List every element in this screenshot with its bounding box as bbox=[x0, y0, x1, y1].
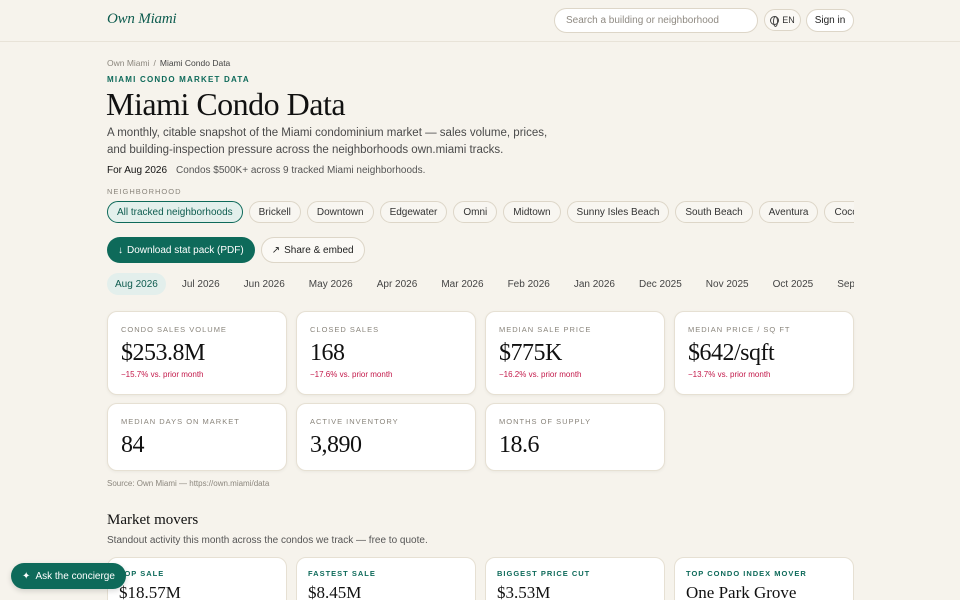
download-button[interactable]: ↓ Download stat pack (PDF) bbox=[107, 237, 255, 263]
stat-card-active-inventory: ACTIVE INVENTORY 3,890 bbox=[296, 403, 476, 471]
mover-card-fastest-sale[interactable]: FASTEST SALE $8.45M bbox=[296, 557, 476, 600]
chip-sunny-isles-beach[interactable]: Sunny Isles Beach bbox=[566, 201, 670, 223]
stat-value: $775K bbox=[499, 340, 562, 366]
download-label: Download stat pack (PDF) bbox=[127, 244, 244, 256]
globe-icon bbox=[770, 15, 780, 27]
stat-value: 168 bbox=[310, 340, 345, 366]
month-tab[interactable]: Dec 2025 bbox=[631, 273, 690, 295]
page-title: Miami Condo Data bbox=[106, 86, 346, 122]
mover-value: $8.45M bbox=[308, 583, 362, 600]
month-tab[interactable]: Oct 2025 bbox=[765, 273, 822, 295]
month-tab[interactable]: Jun 2026 bbox=[236, 273, 293, 295]
chip-downtown[interactable]: Downtown bbox=[306, 201, 374, 223]
neighborhood-label: NEIGHBORHOOD bbox=[107, 187, 182, 196]
chip-south-beach[interactable]: South Beach bbox=[675, 201, 753, 223]
stat-card-days-on-market: MEDIAN DAYS ON MARKET 84 bbox=[107, 403, 287, 471]
period-line: For Aug 2026 Condos $500K+ across 9 track… bbox=[107, 165, 425, 176]
month-tab[interactable]: Feb 2026 bbox=[500, 273, 558, 295]
mover-value: One Park Grove bbox=[686, 583, 797, 600]
chip-midtown[interactable]: Midtown bbox=[503, 201, 561, 223]
mover-label: TOP SALE bbox=[119, 569, 165, 578]
movers-subtitle: Standout activity this month across the … bbox=[107, 535, 428, 546]
chip-aventura[interactable]: Aventura bbox=[758, 201, 819, 223]
mover-card-top-sale[interactable]: TOP SALE $18.57M bbox=[107, 557, 287, 600]
month-tab[interactable]: Sep 2025 bbox=[829, 273, 854, 295]
language-label: EN bbox=[782, 15, 795, 25]
stat-value: $253.8M bbox=[121, 340, 205, 366]
chip-all-neighborhoods[interactable]: All tracked neighborhoods bbox=[107, 201, 243, 223]
chip-brickell[interactable]: Brickell bbox=[248, 201, 301, 223]
concierge-label: Ask the concierge bbox=[35, 570, 115, 582]
stat-delta: −15.7% vs. prior month bbox=[121, 370, 204, 379]
stat-delta: −13.7% vs. prior month bbox=[688, 370, 771, 379]
stat-card-months-of-supply: MONTHS OF SUPPLY 18.6 bbox=[485, 403, 665, 471]
stat-label: MEDIAN PRICE / SQ FT bbox=[688, 325, 791, 334]
month-tab[interactable]: Apr 2026 bbox=[369, 273, 426, 295]
mover-value: $3.53M bbox=[497, 583, 551, 600]
stat-card-price-per-sqft: MEDIAN PRICE / SQ FT $642/sqft −13.7% vs… bbox=[674, 311, 854, 395]
stat-label: MONTHS OF SUPPLY bbox=[499, 417, 592, 426]
chip-edgewater[interactable]: Edgewater bbox=[379, 201, 448, 223]
chip-omni[interactable]: Omni bbox=[453, 201, 498, 223]
mover-value: $18.57M bbox=[119, 583, 181, 600]
stat-card-sales-volume: CONDO SALES VOLUME $253.8M −15.7% vs. pr… bbox=[107, 311, 287, 395]
stat-delta: −17.6% vs. prior month bbox=[310, 370, 393, 379]
mover-card-price-cut[interactable]: BIGGEST PRICE CUT $3.53M bbox=[485, 557, 665, 600]
stat-value: 3,890 bbox=[310, 432, 362, 458]
page-description: A monthly, citable snapshot of the Miami… bbox=[107, 127, 548, 156]
scope-text: Condos $500K+ across 9 tracked Miami nei… bbox=[176, 165, 426, 176]
stat-value: 84 bbox=[121, 432, 145, 458]
language-button[interactable]: EN bbox=[764, 9, 801, 31]
search-input[interactable] bbox=[566, 15, 746, 26]
month-tab[interactable]: May 2026 bbox=[301, 273, 361, 295]
eyebrow-label: MIAMI CONDO MARKET DATA bbox=[107, 75, 250, 84]
mover-card-index-mover[interactable]: TOP CONDO INDEX MOVER One Park Grove bbox=[674, 557, 854, 600]
stat-label: MEDIAN DAYS ON MARKET bbox=[121, 417, 240, 426]
stat-label: CLOSED SALES bbox=[310, 325, 380, 334]
mover-label: FASTEST SALE bbox=[308, 569, 376, 578]
search-box[interactable] bbox=[554, 8, 758, 33]
concierge-button[interactable]: ✦ Ask the concierge bbox=[11, 563, 126, 589]
breadcrumb-current: Miami Condo Data bbox=[159, 58, 231, 68]
month-tab[interactable]: Jul 2026 bbox=[174, 273, 228, 295]
mover-label: BIGGEST PRICE CUT bbox=[497, 569, 591, 578]
neighborhood-filter: All tracked neighborhoods Brickell Downt… bbox=[107, 201, 854, 225]
mover-label: TOP CONDO INDEX MOVER bbox=[686, 569, 807, 578]
stat-label: CONDO SALES VOLUME bbox=[121, 325, 227, 334]
month-tab[interactable]: Aug 2026 bbox=[107, 273, 166, 295]
logo[interactable]: Own Miami bbox=[107, 11, 177, 28]
source-note: Source: Own Miami — https://own.miami/da… bbox=[107, 479, 270, 488]
stat-label: MEDIAN SALE PRICE bbox=[499, 325, 592, 334]
share-button[interactable]: ↗ Share & embed bbox=[260, 237, 365, 263]
arrow-up-right-icon: ↗ bbox=[271, 244, 281, 256]
sparkle-icon: ✦ bbox=[22, 570, 31, 582]
sign-in-button[interactable]: Sign in bbox=[806, 9, 854, 32]
actions-row: ↓ Download stat pack (PDF) ↗ Share & emb… bbox=[107, 237, 365, 263]
stat-value: $642/sqft bbox=[688, 340, 775, 366]
top-bar: Own Miami EN Sign in bbox=[0, 0, 960, 42]
breadcrumb: Own Miami / Miami Condo Data bbox=[107, 58, 230, 68]
breadcrumb-separator: / bbox=[153, 58, 156, 68]
month-tab[interactable]: Jan 2026 bbox=[566, 273, 623, 295]
stat-card-closed-sales: CLOSED SALES 168 −17.6% vs. prior month bbox=[296, 311, 476, 395]
stat-card-median-price: MEDIAN SALE PRICE $775K −16.2% vs. prior… bbox=[485, 311, 665, 395]
breadcrumb-home[interactable]: Own Miami bbox=[107, 58, 150, 68]
stat-value: 18.6 bbox=[499, 432, 540, 458]
period-date: For Aug 2026 bbox=[107, 165, 168, 176]
month-tab[interactable]: Nov 2025 bbox=[698, 273, 757, 295]
month-selector: Aug 2026 Jul 2026 Jun 2026 May 2026 Apr … bbox=[107, 273, 854, 295]
chip-coconut-grove[interactable]: Coconut Grove bbox=[824, 201, 854, 223]
movers-title: Market movers bbox=[107, 512, 199, 528]
stat-delta: −16.2% vs. prior month bbox=[499, 370, 582, 379]
month-tab[interactable]: Mar 2026 bbox=[433, 273, 491, 295]
share-label: Share & embed bbox=[284, 244, 354, 256]
download-icon: ↓ bbox=[118, 244, 123, 256]
stat-label: ACTIVE INVENTORY bbox=[310, 417, 399, 426]
